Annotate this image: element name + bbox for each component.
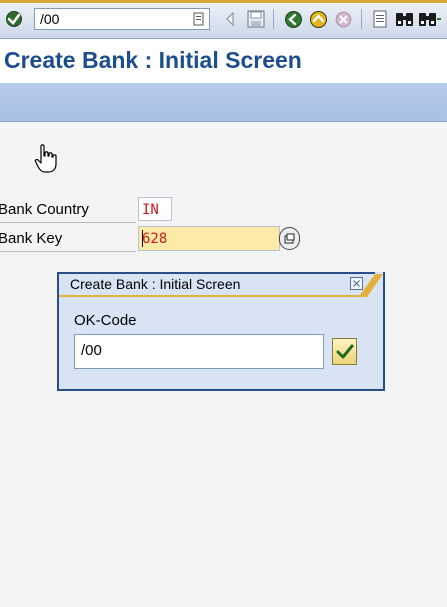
confirm-button[interactable]	[332, 338, 357, 365]
toolbar-separator	[273, 9, 274, 29]
bank-country-label: Bank Country	[0, 201, 89, 218]
title-bar: Create Bank : Initial Screen	[0, 39, 447, 83]
command-field-value: /00	[40, 11, 60, 27]
toolbar-separator	[361, 9, 362, 29]
back-arrow-icon[interactable]	[223, 11, 237, 27]
command-dropdown-icon[interactable]	[192, 12, 206, 26]
ok-code-value: /00	[81, 342, 102, 359]
close-icon[interactable]	[350, 277, 363, 290]
back-icon[interactable]	[283, 9, 303, 29]
bank-key-field[interactable]: 628	[138, 226, 280, 251]
bank-key-value: 628	[142, 231, 168, 247]
application-toolbar-border	[0, 121, 447, 122]
search-help-icon[interactable]	[279, 227, 300, 250]
find-next-icon[interactable]	[418, 9, 447, 29]
bank-key-label: Bank Key	[0, 230, 63, 247]
bank-country-value: IN	[142, 202, 159, 218]
popup-title: Create Bank : Initial Screen	[70, 276, 241, 292]
ok-code-label: OK-Code	[74, 312, 137, 329]
cancel-icon[interactable]	[333, 9, 353, 29]
page-title: Create Bank : Initial Screen	[4, 47, 302, 73]
print-icon[interactable]	[371, 9, 389, 29]
popup-header: Create Bank : Initial Screen	[57, 272, 387, 297]
find-icon[interactable]	[394, 9, 414, 29]
toolbar-accent-line	[0, 0, 447, 3]
command-field[interactable]: /00	[34, 8, 210, 30]
exit-icon[interactable]	[308, 9, 328, 29]
bank-country-field[interactable]: IN	[138, 197, 172, 221]
ok-code-field[interactable]: /00	[74, 334, 324, 369]
system-toolbar: /00	[0, 0, 447, 39]
application-toolbar	[0, 83, 447, 121]
label-underline	[0, 222, 136, 223]
label-underline	[0, 251, 136, 252]
enter-check-icon[interactable]	[4, 9, 24, 29]
save-icon[interactable]	[246, 9, 266, 29]
ok-code-popup: Create Bank : Initial Screen	[57, 272, 385, 391]
hand-cursor-icon	[34, 144, 58, 177]
checkmark-icon	[336, 344, 353, 358]
